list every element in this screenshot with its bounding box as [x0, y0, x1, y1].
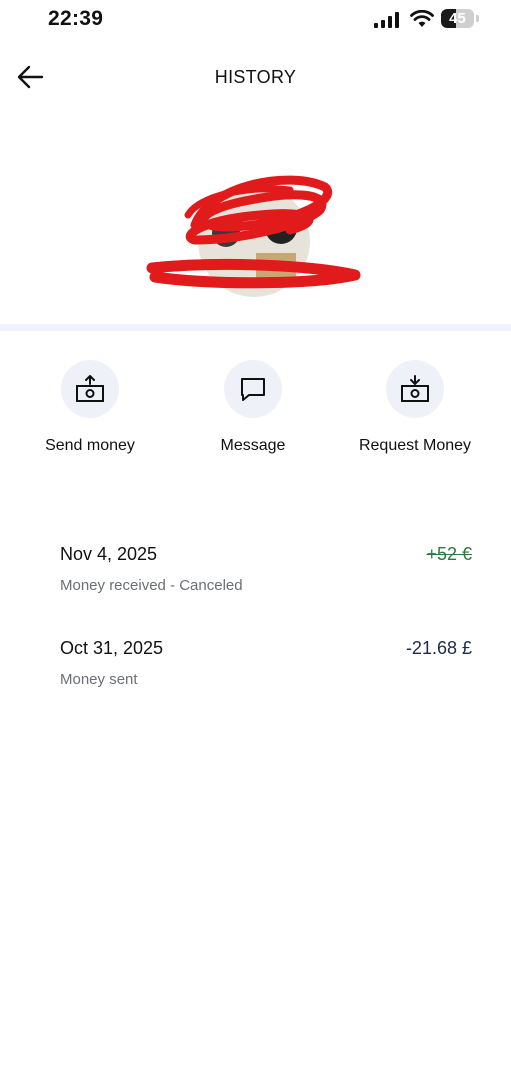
send-money-button[interactable]: Send money — [15, 360, 165, 455]
message-label: Message — [220, 437, 286, 454]
transaction-row[interactable]: Oct 31, 2025 Money sent -21.68 £ — [60, 638, 472, 698]
transaction-date: Oct 31, 2025 — [60, 638, 164, 658]
send-money-icon — [76, 375, 104, 402]
wifi-icon — [410, 10, 434, 27]
section-divider — [0, 324, 511, 331]
profile-section — [140, 165, 370, 297]
request-money-icon-circle — [386, 360, 444, 418]
transaction-amount: +52 € — [426, 544, 472, 564]
transaction-description: Money sent — [60, 671, 138, 688]
transaction-amount: -21.68 £ — [405, 638, 472, 658]
page-title: HISTORY — [214, 67, 297, 87]
request-money-icon — [401, 375, 429, 402]
status-bar: 22:39 45 — [0, 0, 511, 40]
transaction-row[interactable]: Nov 4, 2025 Money received - Canceled +5… — [60, 544, 472, 604]
message-icon-circle — [224, 360, 282, 418]
request-money-label: Request Money — [358, 437, 472, 454]
cellular-signal-icon — [374, 12, 399, 28]
status-time: 22:39 — [48, 7, 104, 30]
send-money-label: Send money — [45, 437, 135, 454]
battery-icon: 45 — [441, 9, 479, 30]
transaction-date: Nov 4, 2025 — [60, 544, 158, 564]
send-money-icon-circle — [61, 360, 119, 418]
redaction-scribble — [146, 175, 361, 289]
transaction-description: Money received - Canceled — [60, 577, 243, 594]
message-icon — [241, 378, 265, 401]
battery-level-text: 45 — [449, 10, 466, 27]
message-button[interactable]: Message — [178, 360, 328, 455]
request-money-button[interactable]: Request Money — [340, 360, 490, 455]
